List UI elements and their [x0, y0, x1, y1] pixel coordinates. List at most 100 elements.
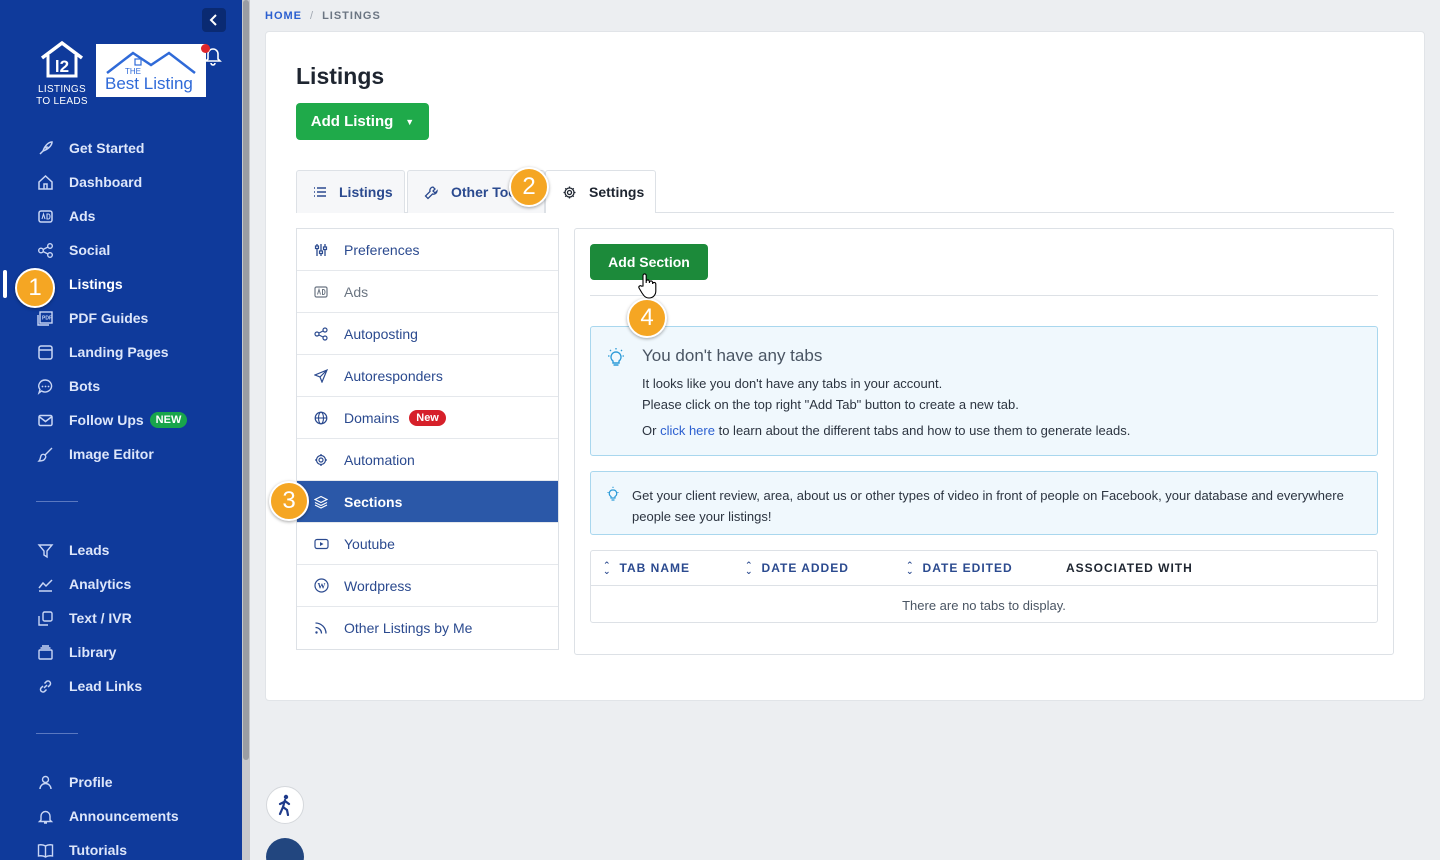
sidebar-item-label: Social	[69, 242, 111, 258]
th-tab-name[interactable]: ⌃ ⌄ TAB NAME	[603, 560, 690, 576]
sidebar-item-leads[interactable]: Leads	[36, 538, 109, 562]
rss-icon	[313, 620, 329, 636]
settings-item-label: Wordpress	[344, 577, 412, 594]
rocket-icon	[36, 139, 54, 157]
settings-item-other-listings[interactable]: Other Listings by Me	[297, 607, 558, 649]
settings-item-autoresponders[interactable]: Autoresponders	[297, 355, 558, 397]
settings-item-label: Automation	[344, 451, 415, 468]
breadcrumb-home-link[interactable]: HOME	[265, 10, 302, 22]
accessibility-walker-icon	[278, 794, 291, 816]
sidebar-item-ads[interactable]: Ads	[36, 204, 95, 228]
send-icon	[313, 368, 329, 384]
settings-item-label: Sections	[344, 493, 403, 510]
add-listing-button[interactable]: Add Listing ▼	[296, 103, 429, 140]
svg-text:l2: l2	[55, 57, 69, 76]
th-date-added[interactable]: ⌃ ⌄ DATE ADDED	[745, 561, 849, 576]
sidebar-item-lead-links[interactable]: Lead Links	[36, 674, 142, 698]
logo-text-1: LISTINGS	[38, 84, 86, 95]
settings-item-ads[interactable]: Ads	[297, 271, 558, 313]
settings-item-label: Other Listings by Me	[344, 620, 473, 636]
settings-item-label: Autoposting	[344, 325, 418, 342]
ad-icon	[36, 207, 54, 225]
sidebar-item-label: Follow Ups	[69, 412, 144, 428]
sidebar-item-tutorials[interactable]: Tutorials	[36, 838, 127, 860]
th-label: DATE EDITED	[922, 561, 1013, 575]
user-icon	[36, 773, 54, 791]
sidebar-item-label: Announcements	[69, 808, 179, 824]
sidebar-item-label: Text / IVR	[69, 610, 132, 626]
settings-item-label: Domains	[344, 409, 400, 426]
scrollbar-thumb[interactable]	[243, 0, 249, 760]
tab-label: Settings	[589, 184, 645, 200]
settings-menu: Preferences Ads Autoposting Autoresponde…	[296, 228, 559, 650]
sidebar-divider	[36, 501, 78, 502]
alert-line-3: Or click here to learn about the differe…	[642, 423, 1130, 438]
step-marker-3: 3	[269, 481, 309, 521]
share-icon	[313, 326, 329, 342]
breadcrumb-separator: /	[310, 10, 315, 22]
sidebar: l2 LISTINGS TO LEADS THE Best Listing Ge…	[0, 0, 242, 860]
sidebar-item-bots[interactable]: Bots	[36, 374, 100, 398]
sidebar-item-label: Get Started	[69, 140, 145, 156]
settings-item-youtube[interactable]: Youtube	[297, 523, 558, 565]
folder-icon	[36, 643, 54, 661]
table-empty-message: There are no tabs to display.	[902, 598, 1066, 613]
settings-item-preferences[interactable]: Preferences	[297, 229, 558, 271]
video-tip-alert: Get your client review, area, about us o…	[590, 471, 1378, 535]
mail-icon	[36, 411, 54, 429]
th-label: DATE ADDED	[761, 561, 849, 575]
sidebar-item-label: Analytics	[69, 576, 132, 592]
svg-text:W: W	[317, 582, 325, 591]
sidebar-item-library[interactable]: Library	[36, 640, 116, 664]
sidebar-item-follow-ups[interactable]: Follow Ups NEW	[36, 408, 188, 432]
lightbulb-icon	[605, 486, 621, 507]
th-date-edited[interactable]: ⌃ ⌄ DATE EDITED	[906, 560, 1013, 576]
listings-to-leads-logo[interactable]: l2 LISTINGS TO LEADS	[34, 40, 90, 107]
tab-listings[interactable]: Listings	[296, 170, 405, 213]
tabs-table: ⌃ ⌄ TAB NAME ⌃ ⌄ DATE ADDED ⌃ ⌄ DATE EDITED AS…	[590, 550, 1378, 623]
sidebar-scrollbar[interactable]	[242, 0, 250, 860]
link-icon	[36, 677, 54, 695]
brand-logo: THE Best Listing	[96, 44, 206, 97]
sidebar-item-landing-pages[interactable]: Landing Pages	[36, 340, 169, 364]
house-l2-logo-icon: l2	[40, 40, 84, 78]
th-label: TAB NAME	[619, 561, 690, 575]
tab-label: Listings	[339, 184, 393, 200]
settings-item-domains[interactable]: Domains New	[297, 397, 558, 439]
settings-item-wordpress[interactable]: W Wordpress	[297, 565, 558, 607]
sidebar-item-label: Bots	[69, 378, 101, 394]
breadcrumb: HOME / LISTINGS	[265, 10, 381, 22]
help-widget-button[interactable]	[266, 838, 304, 860]
alert-line-3-pre: Or	[642, 423, 661, 438]
collapse-sidebar-button[interactable]	[202, 8, 226, 32]
settings-item-label: Ads	[344, 283, 369, 300]
sidebar-item-label: Landing Pages	[69, 344, 169, 360]
sidebar-item-label: PDF Guides	[69, 310, 149, 326]
sidebar-item-image-editor[interactable]: Image Editor	[36, 442, 154, 466]
settings-item-sections[interactable]: Sections	[297, 481, 558, 523]
sidebar-item-social[interactable]: Social	[36, 238, 110, 262]
sidebar-item-label: Library	[69, 644, 117, 660]
settings-item-label: Preferences	[344, 241, 420, 258]
sidebar-item-pdf-guides[interactable]: PDF PDF Guides	[36, 306, 148, 330]
click-here-link[interactable]: click here	[660, 423, 715, 438]
accessibility-button[interactable]	[266, 786, 304, 824]
sidebar-item-profile[interactable]: Profile	[36, 770, 113, 794]
sidebar-item-analytics[interactable]: Analytics	[36, 572, 131, 596]
tab-settings[interactable]: Settings	[545, 170, 656, 213]
sort-icon: ⌃ ⌄	[906, 560, 915, 576]
alert-line-3-post: to learn about the different tabs and ho…	[714, 423, 1131, 438]
settings-item-automation[interactable]: Automation	[297, 439, 558, 481]
settings-item-autoposting[interactable]: Autoposting	[297, 313, 558, 355]
ad-icon	[313, 284, 329, 300]
sidebar-item-dashboard[interactable]: Dashboard	[36, 170, 142, 194]
brand-logo-text: Best Listing	[105, 74, 193, 93]
filter-icon	[36, 541, 54, 559]
sidebar-item-label: Listings	[69, 276, 123, 292]
sidebar-item-text-ivr[interactable]: Text / IVR	[36, 606, 132, 630]
sidebar-item-announcements[interactable]: Announcements	[36, 804, 179, 828]
wordpress-icon: W	[313, 578, 329, 594]
sidebar-item-get-started[interactable]: Get Started	[36, 136, 144, 160]
sort-icon: ⌃ ⌄	[603, 560, 612, 576]
logo-text-2: TO LEADS	[36, 96, 88, 107]
